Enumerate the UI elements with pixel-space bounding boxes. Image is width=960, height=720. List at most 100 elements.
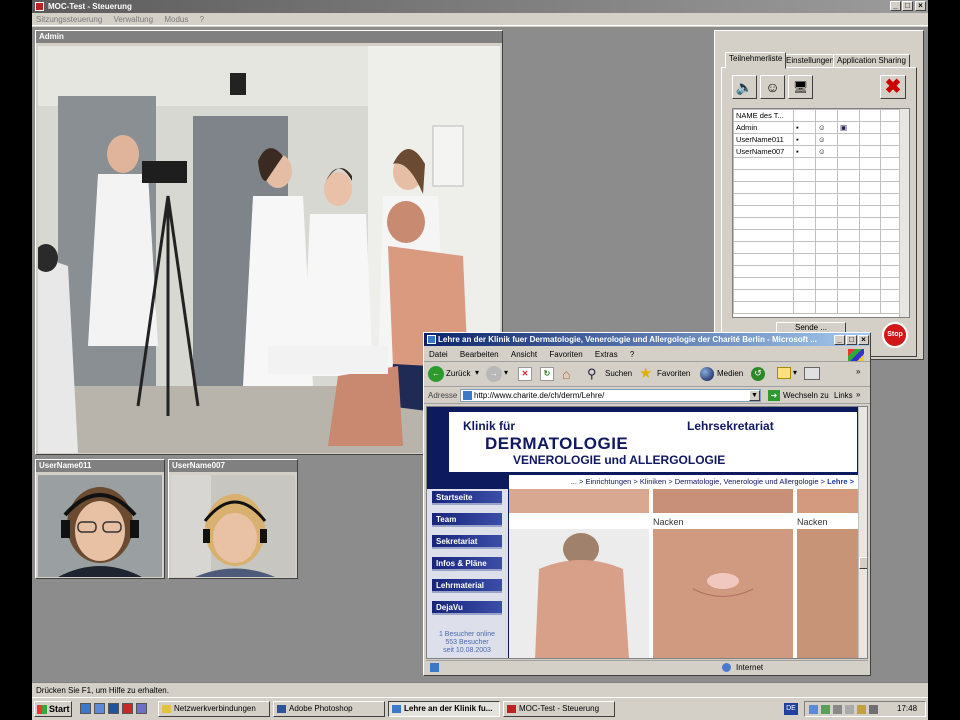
breadcrumb-current[interactable]: Lehre > [827,477,854,486]
media-button-label[interactable]: Medien [717,369,743,378]
nav-sekretariat[interactable]: Sekretariat [432,535,502,549]
address-dropdown-arrow-icon[interactable]: ▼ [749,390,760,401]
stop-button[interactable]: Stop [882,322,908,348]
home-icon[interactable]: ⌂ [562,366,578,382]
task-moc-test[interactable]: MOC-Test - Steuerung [503,701,615,717]
browser-menu-ansicht[interactable]: Ansicht [506,350,542,359]
nav-infos-plaene[interactable]: Infos & Pläne [432,557,502,571]
menu-sitzungssteuerung[interactable]: Sitzungssteuerung [32,13,107,26]
nav-dejavu[interactable]: DejaVu [432,601,502,615]
thumb-video-feed-2[interactable] [171,475,295,577]
task-browser[interactable]: Lehre an der Klinik fu... [388,701,500,717]
address-input[interactable]: http://www.charite.de/ch/derm/Lehre/ ▼ [460,389,761,402]
explorer-quicklaunch-icon[interactable] [94,703,105,714]
links-button[interactable]: Links [834,391,853,400]
toolbar-chevron-icon[interactable]: » [856,367,860,376]
network-icon[interactable] [809,705,818,714]
gallery-image[interactable] [797,529,858,658]
go-button[interactable]: Wechseln zu [783,391,829,400]
task-adobe-photoshop[interactable]: Adobe Photoshop [273,701,385,717]
minimize-button[interactable]: _ [890,1,901,11]
app-icon [35,2,44,11]
browser-maximize-button[interactable]: □ [846,335,857,345]
nav-team[interactable]: Team [432,513,502,527]
speaker-icon: ▪ [793,121,816,134]
stop-icon[interactable]: ✕ [518,367,532,381]
browser-menu-datei[interactable]: Datei [424,350,453,359]
clock[interactable]: 17:48 [897,702,917,716]
dropdown-arrow-icon[interactable]: ▾ [504,368,508,377]
start-button[interactable]: Start [34,701,72,717]
search-button-label[interactable]: Suchen [605,369,632,378]
user-icon[interactable]: ☺ [760,75,785,99]
speaker-icon[interactable]: 🔈 [732,75,757,99]
gallery-image[interactable] [797,489,858,513]
tab-einstellungen[interactable]: Einstellungen [782,54,839,68]
go-arrow-icon[interactable]: ➜ [768,390,780,401]
browser-minimize-button[interactable]: _ [834,335,845,345]
participants-panel: Teilnehmerliste Einstellungen Applicatio… [714,30,924,360]
tray-app-icon[interactable] [857,705,866,714]
page-status-icon [430,663,439,672]
mail-icon[interactable] [777,367,791,379]
close-button[interactable]: × [915,1,926,11]
scroll-thumb[interactable] [859,557,867,569]
forward-arrow-icon[interactable]: → [486,366,502,382]
task-netzwerkverbindungen[interactable]: Netzwerkverbindungen [158,701,270,717]
menu-help[interactable]: ? [196,13,209,26]
desktop-quicklaunch-icon[interactable] [136,703,147,714]
window-title-bar[interactable]: MOC-Test - Steuerung _ □ × [32,0,928,13]
browser-close-button[interactable]: × [858,335,869,345]
volume-icon[interactable] [845,705,854,714]
page-scrollbar[interactable] [858,407,867,658]
browser-menu-help[interactable]: ? [625,350,639,359]
favorites-button-label[interactable]: Favoriten [657,369,690,378]
participants-list[interactable]: NAME des T... Admin ▪ ☺ ▣ UserName011 ▪ ☺ Use… [732,108,910,318]
tray-app-icon[interactable] [821,705,830,714]
breadcrumb-path[interactable]: ... > Einrichtungen > Kliniken > Dermato… [571,477,827,486]
gallery-image[interactable] [653,489,793,513]
tray-app-icon[interactable] [869,705,878,714]
browser-menu-extras[interactable]: Extras [590,350,623,359]
nav-lehrmaterial[interactable]: Lehrmaterial [432,579,502,593]
tray-app-icon[interactable] [833,705,842,714]
browser-title-bar[interactable]: Lehre an der Klinik fuer Dermatologie, V… [424,333,870,346]
participants-scrollbar[interactable] [899,109,909,317]
gallery-image[interactable] [653,529,793,658]
table-row[interactable]: UserName007 ▪ ☺ [733,145,902,158]
browser-menu-favoriten[interactable]: Favoriten [544,350,587,359]
page-header: Klinik für Lehrsekretariat DERMATOLOGIE … [449,412,857,472]
table-row[interactable]: UserName011 ▪ ☺ [733,133,902,146]
thumb-video-feed-1[interactable] [38,475,162,577]
side-nav: Startseite Team Sekretariat Infos & Plän… [427,489,508,658]
links-chevron-icon[interactable]: » [856,390,860,399]
tab-teilnehmerliste[interactable]: Teilnehmerliste [725,52,787,69]
dropdown-arrow-icon[interactable]: ▾ [793,368,797,377]
media-icon[interactable] [700,367,714,381]
table-row[interactable]: Admin ▪ ☺ ▣ [733,121,902,134]
gallery-image[interactable] [509,489,649,513]
favorites-star-icon[interactable]: ★ [639,365,652,382]
column-name-header[interactable]: NAME des T... [733,109,794,122]
back-button-label[interactable]: Zurück [446,369,470,378]
browser-quicklaunch-icon[interactable] [80,703,91,714]
maximize-button[interactable]: □ [902,1,913,11]
windows-flag-icon [848,349,864,361]
remove-user-icon[interactable]: ✖ [880,75,906,99]
tab-application-sharing[interactable]: Application Sharing [833,54,910,68]
save-quicklaunch-icon[interactable] [108,703,119,714]
nav-startseite[interactable]: Startseite [432,491,502,505]
print-icon[interactable] [804,367,820,380]
gallery-image[interactable] [509,529,649,658]
dropdown-arrow-icon[interactable]: ▾ [475,368,479,377]
media-quicklaunch-icon[interactable] [122,703,133,714]
history-icon[interactable]: ↺ [751,367,765,381]
browser-menu-bearbeiten[interactable]: Bearbeiten [455,350,504,359]
menu-modus[interactable]: Modus [160,13,193,26]
language-indicator[interactable]: DE [784,703,798,715]
screen-share-icon[interactable]: 🖥 [788,75,813,99]
search-icon[interactable]: ⚲ [587,366,603,382]
back-arrow-icon[interactable]: ← [428,366,444,382]
menu-verwaltung[interactable]: Verwaltung [110,13,159,26]
refresh-icon[interactable]: ↻ [540,367,554,381]
